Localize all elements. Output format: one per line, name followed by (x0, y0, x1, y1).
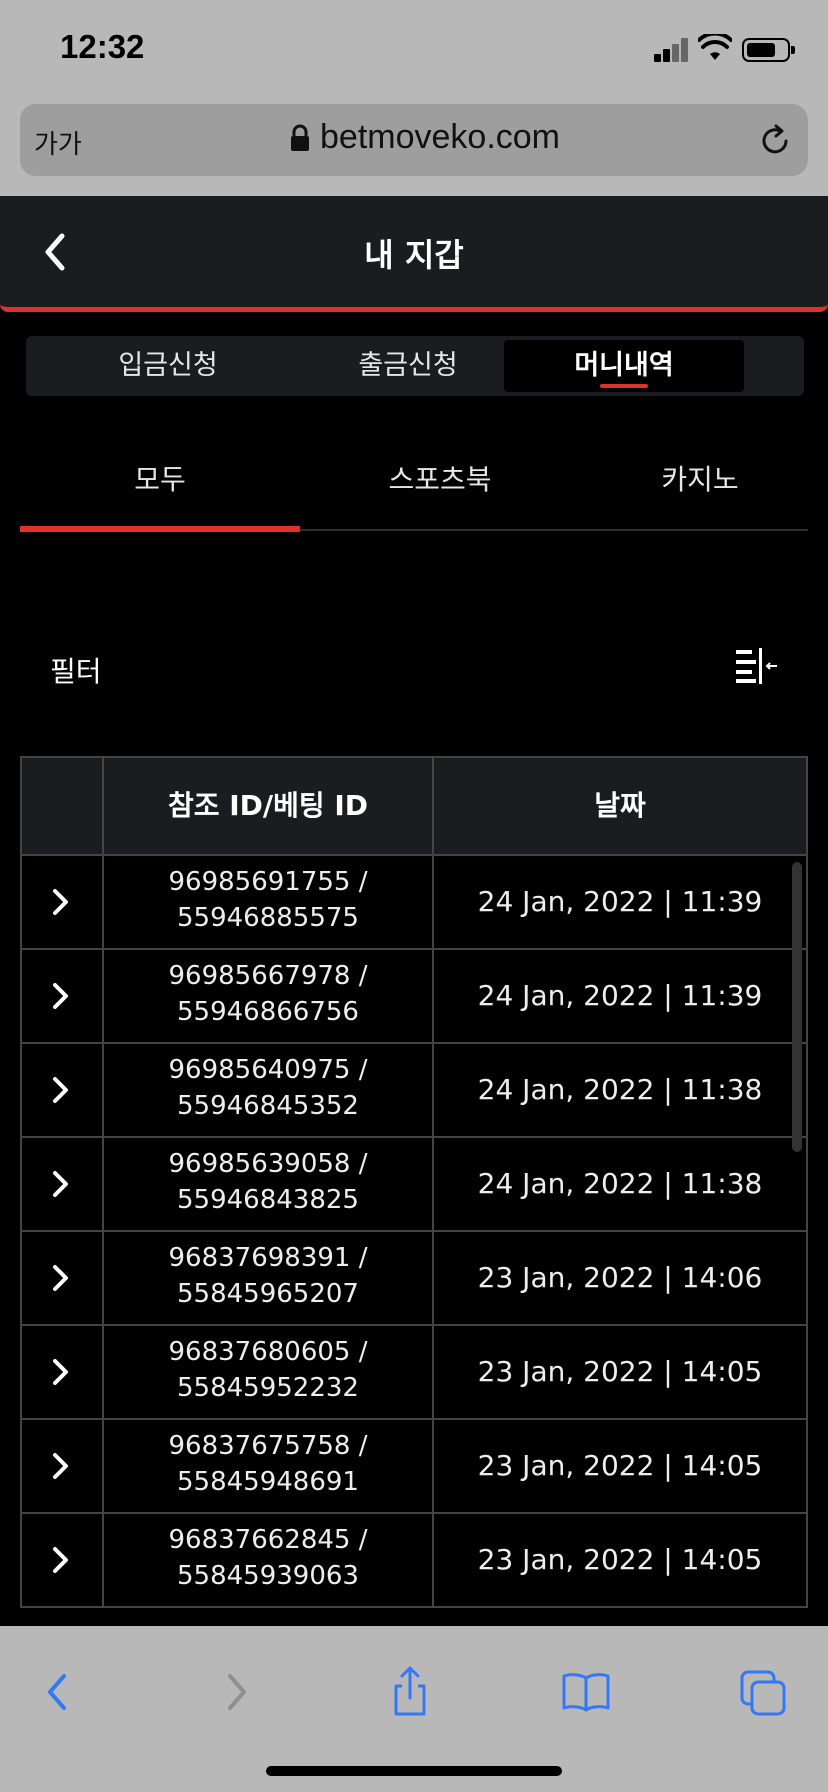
ref-cell: 96837675758 / 55845948691 (104, 1428, 432, 1500)
page-title: 내 지갑 (364, 236, 464, 274)
battery-icon (742, 38, 795, 62)
active-tab-indicator (600, 384, 648, 388)
browser-address-area: 가가 betmoveko.com (0, 100, 828, 196)
table-scrollbar[interactable] (792, 862, 802, 1152)
tab-casino[interactable]: 카지노 (580, 458, 820, 498)
table-row[interactable]: 96837662845 / 55845939063 23 Jan, 2022 | … (22, 1514, 806, 1608)
filter-label: 필터 (50, 655, 102, 688)
date-cell: 23 Jan, 2022 | 14:05 (477, 1449, 763, 1482)
ref-cell: 96985640975 / 55946845352 (104, 1052, 432, 1124)
bet-id: 55946843825 (177, 1185, 359, 1215)
reload-icon[interactable] (758, 124, 792, 158)
ref-cell: 96985667978 / 55946866756 (104, 958, 432, 1030)
table-row[interactable]: 96837680605 / 55845952232 23 Jan, 2022 | … (22, 1326, 806, 1420)
column-header-ref-id: 참조 ID/베팅 ID (167, 789, 369, 822)
table-row[interactable]: 96985640975 / 55946845352 24 Jan, 2022 | … (22, 1044, 806, 1138)
date-cell: 23 Jan, 2022 | 14:05 (477, 1355, 763, 1388)
bet-id: 55845948691 (177, 1467, 359, 1497)
chevron-right-icon[interactable] (50, 980, 72, 1012)
bet-id: 55845965207 (177, 1279, 359, 1309)
chevron-right-icon[interactable] (50, 1262, 72, 1294)
column-header-expand (22, 758, 102, 854)
table-row[interactable]: 96837675758 / 55845948691 23 Jan, 2022 | … (22, 1420, 806, 1514)
cellular-signal-icon (654, 38, 690, 62)
table-row[interactable]: 96837698391 / 55845965207 23 Jan, 2022 | … (22, 1232, 806, 1326)
ref-id: 96985691755 / (168, 867, 368, 897)
home-indicator (266, 1766, 562, 1776)
bet-id: 55845939063 (177, 1561, 359, 1591)
tab-money-history-label: 머니내역 (574, 350, 674, 381)
url-display[interactable]: betmoveko.com (290, 118, 560, 157)
table-header: 참조 ID/베팅 ID 날짜 (22, 756, 806, 856)
status-bar: 12:32 (0, 0, 828, 100)
table-row[interactable]: 96985667978 / 55946866756 24 Jan, 2022 | … (22, 950, 806, 1044)
transactions-table: 참조 ID/베팅 ID 날짜 96985691755 / 55946885575 … (20, 756, 808, 1608)
ref-cell: 96985639058 / 55946843825 (104, 1146, 432, 1218)
lock-icon (291, 124, 309, 151)
active-category-indicator (20, 526, 300, 532)
ref-cell: 96837698391 / 55845965207 (104, 1240, 432, 1312)
ref-cell: 96985691755 / 55946885575 (104, 864, 432, 936)
ref-cell: 96837662845 / 55845939063 (104, 1522, 432, 1594)
tab-deposit[interactable]: 입금신청 (48, 340, 288, 392)
table-row[interactable]: 96985639058 / 55946843825 24 Jan, 2022 | … (22, 1138, 806, 1232)
ref-id: 96837662845 / (168, 1525, 368, 1555)
bet-id: 55946885575 (177, 903, 359, 933)
chevron-right-icon[interactable] (50, 1074, 72, 1106)
ref-id: 96985640975 / (168, 1055, 368, 1085)
ref-id: 96985667978 / (168, 961, 368, 991)
bet-id: 55845952232 (177, 1373, 359, 1403)
ref-id: 96985639058 / (168, 1149, 368, 1179)
date-cell: 24 Jan, 2022 | 11:38 (477, 1073, 763, 1106)
tab-sportsbook[interactable]: 스포츠북 (300, 458, 580, 498)
bookmarks-icon[interactable] (556, 1662, 616, 1722)
date-cell: 24 Jan, 2022 | 11:38 (477, 1167, 763, 1200)
wifi-icon (698, 34, 732, 60)
tab-withdraw[interactable]: 출금신청 (288, 340, 528, 392)
chevron-right-icon[interactable] (50, 1168, 72, 1200)
forward-icon[interactable] (206, 1662, 266, 1722)
date-cell: 23 Jan, 2022 | 14:06 (477, 1261, 763, 1294)
ref-id: 96837675758 / (168, 1431, 368, 1461)
column-header-date: 날짜 (594, 789, 646, 822)
tabs-icon[interactable] (734, 1662, 794, 1722)
app-header: 내 지갑 (0, 196, 828, 312)
status-time: 12:32 (60, 28, 145, 65)
url-text: betmoveko.com (320, 118, 560, 156)
chevron-right-icon[interactable] (50, 886, 72, 918)
chevron-right-icon[interactable] (50, 1450, 72, 1482)
ref-id: 96837680605 / (168, 1337, 368, 1367)
browser-toolbar (0, 1626, 828, 1792)
tab-money-history[interactable]: 머니내역 (504, 340, 744, 392)
table-row[interactable]: 96985691755 / 55946885575 24 Jan, 2022 | … (22, 856, 806, 950)
share-icon[interactable] (380, 1662, 440, 1722)
ref-id: 96837698391 / (168, 1243, 368, 1273)
date-cell: 24 Jan, 2022 | 11:39 (477, 979, 763, 1012)
bet-id: 55946845352 (177, 1091, 359, 1121)
back-icon[interactable] (28, 1662, 88, 1722)
category-tabs: 모두 스포츠북 카지노 (20, 430, 808, 534)
ref-cell: 96837680605 / 55845952232 (104, 1334, 432, 1406)
tab-all[interactable]: 모두 (20, 458, 300, 498)
date-cell: 23 Jan, 2022 | 14:05 (477, 1543, 763, 1576)
chevron-right-icon[interactable] (50, 1544, 72, 1576)
filter-collapse-icon[interactable] (734, 648, 778, 684)
address-bar[interactable]: 가가 betmoveko.com (20, 104, 808, 176)
chevron-right-icon[interactable] (50, 1356, 72, 1388)
text-size-button[interactable]: 가가 (34, 124, 82, 161)
bet-id: 55946866756 (177, 997, 359, 1027)
date-cell: 24 Jan, 2022 | 11:39 (477, 885, 763, 918)
wallet-tabs: 입금신청 출금신청 머니내역 (26, 336, 804, 396)
